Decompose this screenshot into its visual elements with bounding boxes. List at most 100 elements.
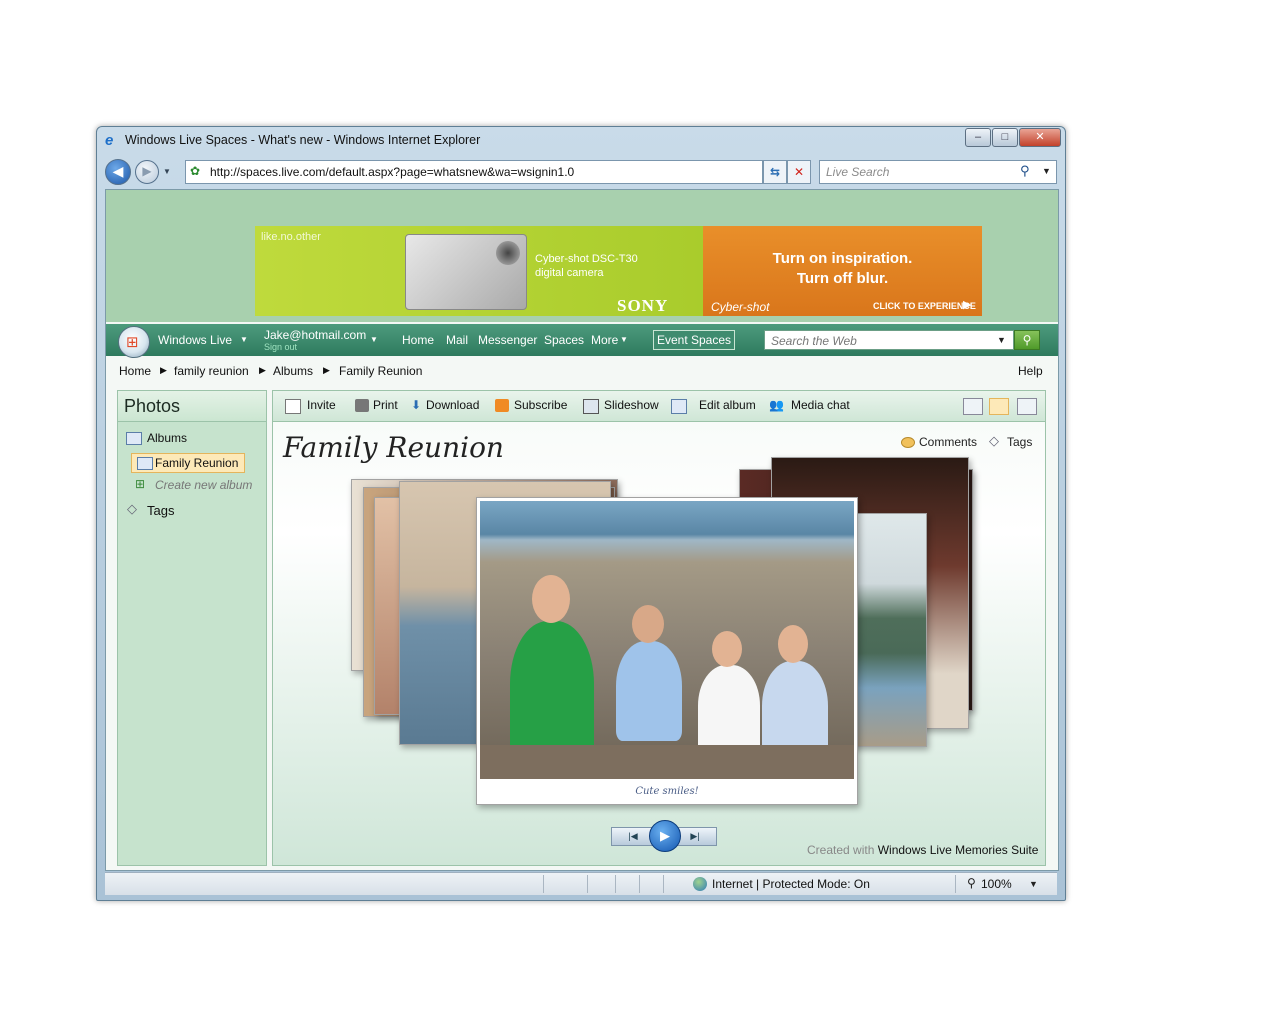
breadcrumb-home[interactable]: Home: [119, 364, 151, 378]
invite-button[interactable]: Invite: [307, 398, 336, 412]
sign-out-link[interactable]: Sign out: [264, 342, 297, 352]
status-divider: [587, 875, 588, 893]
breadcrumb: Home ▶ family reunion ▶ Albums ▶ Family …: [106, 360, 1058, 382]
banner-area: like.no.other Cyber-shot DSC-T30 digital…: [106, 190, 1058, 322]
forward-button[interactable]: ▶: [135, 160, 159, 184]
chevron-down-icon[interactable]: ▼: [997, 335, 1006, 345]
play-circle-icon[interactable]: ▶: [963, 298, 971, 311]
window-title: Windows Live Spaces - What's new - Windo…: [125, 133, 481, 147]
status-divider: [955, 875, 956, 893]
create-album-icon: ⊞: [135, 477, 146, 491]
rss-icon: [495, 399, 509, 412]
page-content: like.no.other Cyber-shot DSC-T30 digital…: [105, 189, 1059, 871]
breadcrumb-albums[interactable]: Albums: [273, 364, 313, 378]
security-zone[interactable]: Internet | Protected Mode: On: [712, 877, 870, 891]
album-viewer: Invite Print ⬇ Download Subscribe Slides…: [272, 390, 1046, 866]
status-divider: [663, 875, 664, 893]
live-search-box[interactable]: Live Search ⚲ ▼: [819, 160, 1057, 184]
download-button[interactable]: Download: [426, 398, 479, 412]
album-icon: [137, 457, 153, 470]
main-photo[interactable]: Cute smiles!: [476, 497, 858, 805]
photo-caption: Cute smiles!: [635, 786, 699, 797]
edit-album-icon: [671, 399, 687, 414]
status-divider: [639, 875, 640, 893]
browser-window: e Windows Live Spaces - What's new - Win…: [96, 126, 1066, 901]
page-icon: ✿: [190, 164, 201, 178]
windows-live-nav: ⊞ Windows Live ▼ Jake@hotmail.com Sign o…: [106, 324, 1058, 358]
minimize-button[interactable]: –: [965, 128, 991, 147]
back-button[interactable]: ◀: [105, 159, 131, 185]
media-chat-icon: 👥: [769, 398, 784, 412]
print-icon: [355, 399, 369, 412]
photos-sidebar: Photos Albums Family Reunion ⊞ Create ne…: [117, 390, 267, 866]
web-search-placeholder[interactable]: Search the Web: [771, 334, 857, 348]
nav-home[interactable]: Home: [402, 333, 434, 347]
slideshow-button[interactable]: Slideshow: [604, 398, 659, 412]
refresh-button[interactable]: ⇆: [763, 160, 787, 184]
chevron-down-icon[interactable]: ▼: [620, 335, 628, 344]
edit-album-button[interactable]: Edit album: [699, 398, 756, 412]
nav-spaces[interactable]: Spaces: [544, 333, 584, 347]
chevron-down-icon[interactable]: ▼: [370, 335, 378, 344]
breadcrumb-separator-icon: ▶: [259, 365, 266, 375]
close-button[interactable]: ✕: [1019, 128, 1061, 147]
credit-product-link[interactable]: Windows Live Memories Suite: [878, 843, 1039, 857]
play-button[interactable]: ▶: [649, 820, 681, 852]
ad-model-text: Cyber-shot DSC-T30 digital camera: [535, 252, 638, 280]
event-spaces-button[interactable]: Event Spaces: [653, 330, 735, 350]
title-bar: e Windows Live Spaces - What's new - Win…: [97, 127, 1065, 154]
live-search-placeholder[interactable]: Live Search: [826, 165, 889, 179]
invite-icon: [285, 399, 301, 414]
search-icon[interactable]: ⚲: [1020, 163, 1030, 179]
stop-button[interactable]: ✕: [787, 160, 811, 184]
sidebar-header: Photos: [118, 391, 266, 422]
subscribe-button[interactable]: Subscribe: [514, 398, 567, 412]
sidebar-item-family-reunion[interactable]: Family Reunion: [131, 453, 245, 473]
media-chat-button[interactable]: Media chat: [791, 398, 850, 412]
status-divider: [543, 875, 544, 893]
sony-ad-left[interactable]: like.no.other Cyber-shot DSC-T30 digital…: [255, 226, 703, 316]
sidebar-item-albums[interactable]: Albums: [147, 431, 187, 445]
address-bar[interactable]: ✿ http://spaces.live.com/default.aspx?pa…: [185, 160, 847, 184]
status-bar: Internet | Protected Mode: On ⚲ 100% ▼: [105, 872, 1057, 895]
zoom-level[interactable]: 100%: [981, 877, 1012, 891]
camera-image: [405, 234, 527, 310]
breadcrumb-space[interactable]: family reunion: [174, 364, 249, 378]
zoom-icon: ⚲: [967, 876, 976, 890]
create-new-album-link[interactable]: Create new album: [155, 478, 252, 492]
help-link[interactable]: Help: [1018, 364, 1043, 378]
windows-live-menu[interactable]: Windows Live: [158, 333, 232, 347]
filmstrip-view-icon[interactable]: [989, 398, 1009, 415]
family-photo-image: [480, 501, 854, 779]
comments-icon: [901, 437, 915, 448]
ad-product: Cyber-shot: [711, 300, 770, 314]
nav-more[interactable]: More: [591, 333, 618, 347]
address-url[interactable]: http://spaces.live.com/default.aspx?page…: [210, 165, 574, 179]
zoom-dropdown-icon[interactable]: ▼: [1029, 879, 1038, 889]
search-dropdown-icon[interactable]: ▼: [1042, 166, 1051, 176]
maximize-button[interactable]: □: [992, 128, 1018, 147]
chevron-down-icon[interactable]: ▼: [240, 335, 248, 344]
nav-messenger[interactable]: Messenger: [478, 333, 537, 347]
windows-live-logo-icon[interactable]: ⊞: [118, 326, 150, 358]
breadcrumb-separator-icon: ▶: [323, 365, 330, 375]
ad-tagline: like.no.other: [261, 231, 321, 243]
ad-cta-link[interactable]: CLICK TO EXPERIENCE: [873, 301, 976, 311]
account-email[interactable]: Jake@hotmail.com: [264, 328, 366, 342]
search-icon: ⚲: [1022, 333, 1032, 347]
tags-link[interactable]: Tags: [1007, 435, 1032, 449]
thumbnail-view-icon[interactable]: [963, 398, 983, 415]
ie-logo-icon: e: [105, 132, 114, 149]
camera-lens: [496, 241, 520, 265]
sidebar-item-tags[interactable]: Tags: [147, 503, 174, 518]
fullscreen-view-icon[interactable]: [1017, 398, 1037, 415]
print-button[interactable]: Print: [373, 398, 398, 412]
history-dropdown-icon[interactable]: ▼: [163, 167, 171, 176]
nav-mail[interactable]: Mail: [446, 333, 468, 347]
web-search-input[interactable]: Search the Web ▼: [764, 330, 1014, 350]
credit-prefix: Created with: [807, 843, 875, 857]
web-search-button[interactable]: ⚲: [1014, 330, 1040, 350]
sony-ad-right[interactable]: Turn on inspiration. Turn off blur. Cybe…: [703, 226, 982, 316]
slideshow-icon: [583, 399, 599, 414]
comments-link[interactable]: Comments: [919, 435, 977, 449]
